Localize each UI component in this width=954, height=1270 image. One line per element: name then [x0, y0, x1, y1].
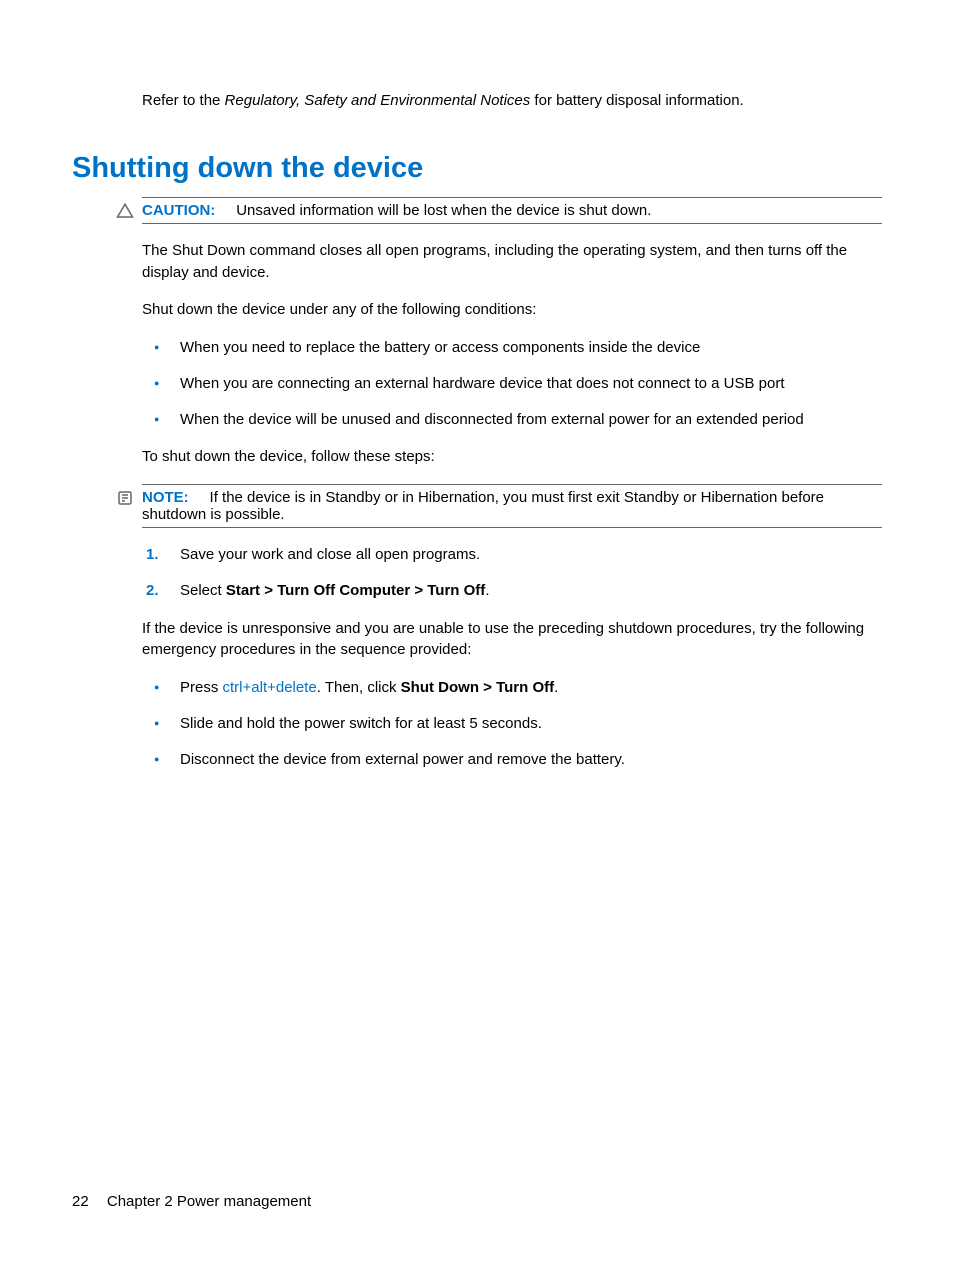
emergency-link: ctrl+alt+delete — [223, 679, 317, 696]
step-number: 2. — [146, 580, 159, 602]
list-item: 2. Select Start > Turn Off Computer > Tu… — [142, 580, 882, 602]
paragraph-1: The Shut Down command closes all open pr… — [142, 240, 882, 284]
step-suffix: . — [485, 582, 489, 599]
caution-callout: CAUTION: Unsaved information will be los… — [142, 197, 882, 224]
emergency-mid: . Then, click — [317, 679, 401, 696]
list-item: Slide and hold the power switch for at l… — [142, 713, 882, 735]
page-footer: 22 Chapter 2 Power management — [72, 1193, 311, 1210]
list-item: When you are connecting an external hard… — [142, 373, 882, 395]
note-callout: NOTE: If the device is in Standby or in … — [142, 484, 882, 528]
page-number: 22 — [72, 1193, 89, 1210]
intro-paragraph: Refer to the Regulatory, Safety and Envi… — [142, 90, 882, 112]
paragraph-3: To shut down the device, follow these st… — [142, 446, 882, 468]
note-text: If the device is in Standby or in Hibern… — [142, 489, 824, 523]
list-item: When the device will be unused and disco… — [142, 409, 882, 431]
caution-icon — [116, 202, 134, 220]
conditions-list: When you need to replace the battery or … — [142, 337, 882, 430]
emergency-post: . — [554, 679, 558, 696]
step-prefix: Select — [180, 582, 226, 599]
steps-list: 1. Save your work and close all open pro… — [142, 544, 882, 602]
chapter-label: Chapter 2 Power management — [107, 1193, 311, 1210]
step-text: Save your work and close all open progra… — [180, 546, 480, 563]
intro-suffix: for battery disposal information. — [530, 92, 743, 109]
note-icon — [116, 489, 134, 507]
paragraph-2: Shut down the device under any of the fo… — [142, 299, 882, 321]
intro-prefix: Refer to the — [142, 92, 225, 109]
list-item: 1. Save your work and close all open pro… — [142, 544, 882, 566]
paragraph-4: If the device is unresponsive and you ar… — [142, 618, 882, 662]
content-area: CAUTION: Unsaved information will be los… — [142, 197, 882, 771]
list-item: Disconnect the device from external powe… — [142, 749, 882, 771]
emergency-list: Press ctrl+alt+delete. Then, click Shut … — [142, 677, 882, 770]
section-heading: Shutting down the device — [72, 152, 882, 185]
emergency-bold: Shut Down > Turn Off — [401, 679, 554, 696]
list-item: Press ctrl+alt+delete. Then, click Shut … — [142, 677, 882, 699]
list-item: When you need to replace the battery or … — [142, 337, 882, 359]
caution-label: CAUTION: — [142, 202, 215, 219]
step-bold: Start > Turn Off Computer > Turn Off — [226, 582, 485, 599]
note-label: NOTE: — [142, 489, 189, 506]
caution-text: Unsaved information will be lost when th… — [236, 202, 651, 219]
emergency-pre: Press — [180, 679, 223, 696]
intro-italic: Regulatory, Safety and Environmental Not… — [225, 92, 531, 109]
step-number: 1. — [146, 544, 159, 566]
